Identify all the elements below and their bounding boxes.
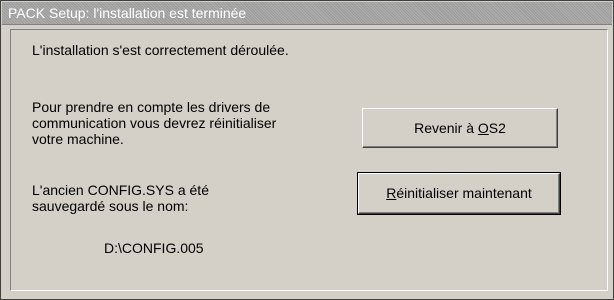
reboot-notice-text: Pour prendre en compte les drivers de co… bbox=[32, 99, 277, 147]
window-title: PACK Setup: l'installation est terminée bbox=[8, 5, 247, 21]
setup-dialog: PACK Setup: l'installation est terminée … bbox=[0, 0, 614, 300]
title-bar[interactable]: PACK Setup: l'installation est terminée bbox=[2, 2, 612, 24]
dialog-client-area bbox=[10, 29, 608, 291]
return-label-post: S2 bbox=[488, 120, 506, 136]
title-separator bbox=[2, 24, 612, 25]
return-label-pre: Revenir à bbox=[414, 120, 478, 136]
reboot-now-button[interactable]: Réinitialiser maintenant bbox=[357, 172, 561, 215]
reboot-label-mnemonic: R bbox=[386, 185, 397, 201]
backup-file-path: D:\CONFIG.005 bbox=[104, 240, 204, 256]
success-message: L'installation s'est correctement déroul… bbox=[32, 42, 289, 58]
return-label-mnemonic: O bbox=[477, 120, 489, 136]
return-to-os2-button[interactable]: Revenir à OS2 bbox=[362, 108, 558, 148]
config-backup-notice: L'ancien CONFIG.SYS a été sauvegardé sou… bbox=[32, 182, 209, 214]
reboot-label-post: éinitialiser maintenant bbox=[396, 185, 532, 201]
